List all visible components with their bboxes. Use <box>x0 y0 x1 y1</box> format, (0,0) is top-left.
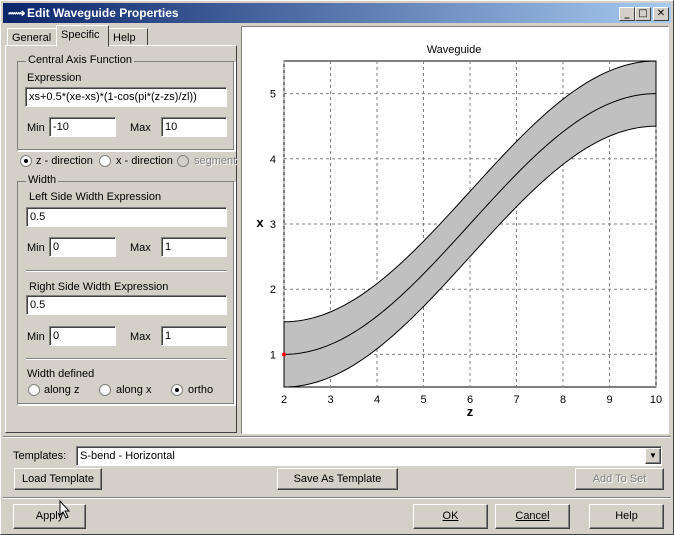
chevron-down-icon[interactable]: ▼ <box>645 448 661 464</box>
templates-selected: S-bend - Horizontal <box>80 450 175 462</box>
cancel-button[interactable]: Cancel <box>495 504 570 529</box>
along-z-radio[interactable] <box>28 384 40 396</box>
tab-help[interactable]: Help <box>108 28 148 46</box>
ortho-label: ortho <box>188 384 214 396</box>
left-min-label: Min <box>27 242 45 254</box>
y-tick-label: 1 <box>270 349 276 361</box>
waveguide-chart: Waveguide 2 3 4 5 6 7 8 9 10 12345 z x <box>256 44 662 419</box>
along-x-label: along x <box>116 384 152 396</box>
dialog-window: ⟿ Edit Waveguide Properties _ □ ✕ Genera… <box>0 0 674 535</box>
segment-label: segment <box>194 155 237 167</box>
axis-max-input[interactable]: 10 <box>161 117 227 137</box>
maximize-icon[interactable]: □ <box>635 7 651 21</box>
width-defined-label: Width defined <box>27 368 95 380</box>
x-tick-label: 2 <box>281 394 287 406</box>
y-tick-label: 2 <box>270 284 276 296</box>
left-max-label: Max <box>130 242 151 254</box>
x-tick-label: 9 <box>606 394 612 406</box>
add-to-set-button[interactable]: Add To Set <box>575 468 664 490</box>
x-axis-label: z <box>467 404 474 419</box>
axis-max-label: Max <box>130 122 151 134</box>
width-divider-1 <box>26 270 227 272</box>
axis-min-label: Min <box>27 122 45 134</box>
right-max-label: Max <box>130 331 151 343</box>
tab-general-label: General <box>12 32 52 44</box>
minimize-icon[interactable]: _ <box>619 7 635 21</box>
left-max-input[interactable]: 1 <box>161 237 227 257</box>
z-direction-radio[interactable] <box>20 155 32 167</box>
chart-panel: Waveguide 2 3 4 5 6 7 8 9 10 12345 z x <box>241 26 669 434</box>
apply-button[interactable]: Apply <box>13 504 86 529</box>
width-divider-2 <box>26 358 227 360</box>
title-bar[interactable]: ⟿ Edit Waveguide Properties _ □ ✕ <box>3 3 671 23</box>
y-tick-label: 5 <box>270 89 276 101</box>
load-template-button[interactable]: Load Template <box>14 468 102 490</box>
start-marker <box>282 352 286 357</box>
divider-bottom <box>3 497 671 499</box>
ortho-radio[interactable] <box>171 384 183 396</box>
right-width-input[interactable]: 0.5 <box>26 295 227 315</box>
y-ticks: 1 2 3 4 5 <box>270 89 276 362</box>
axis-min-input[interactable]: -10 <box>49 117 116 137</box>
left-width-input[interactable]: 0.5 <box>26 207 227 227</box>
templates-dropdown[interactable]: S-bend - Horizontal <box>76 446 662 466</box>
tab-specific[interactable]: Specific <box>56 25 109 47</box>
mouse-cursor-icon <box>59 500 71 519</box>
x-direction-radio[interactable] <box>99 155 111 167</box>
expression-input[interactable]: xs+0.5*(xe-xs)*(1-cos(pi*(z-zs)/zl)) <box>25 87 227 107</box>
ok-button[interactable]: OK <box>413 504 488 529</box>
width-group-title: Width <box>26 174 59 186</box>
y-axis-label: x <box>256 215 264 230</box>
help-button[interactable]: Help <box>589 504 664 529</box>
y-tick-label: 4 <box>270 154 276 166</box>
z-direction-label: z - direction <box>36 155 93 167</box>
left-width-label: Left Side Width Expression <box>29 191 162 203</box>
x-direction-label: x - direction <box>116 155 173 167</box>
right-min-label: Min <box>27 331 45 343</box>
right-min-input[interactable]: 0 <box>49 326 116 346</box>
expression-label: Expression <box>27 72 82 84</box>
central-axis-group-title: Central Axis Function <box>26 54 134 66</box>
chart-title: Waveguide <box>427 44 482 56</box>
left-min-input[interactable]: 0 <box>49 237 116 257</box>
templates-label: Templates: <box>13 450 67 462</box>
tab-help-label: Help <box>113 32 136 44</box>
x-tick-label: 3 <box>327 394 333 406</box>
x-tick-label: 10 <box>650 394 662 406</box>
right-width-label: Right Side Width Expression <box>29 281 169 293</box>
save-template-button[interactable]: Save As Template <box>277 468 398 490</box>
y-tick-label: 3 <box>270 219 276 231</box>
segment-radio[interactable] <box>177 155 189 167</box>
x-tick-label: 8 <box>560 394 566 406</box>
tab-general[interactable]: General <box>7 28 57 46</box>
x-tick-label: 7 <box>513 394 519 406</box>
along-x-radio[interactable] <box>99 384 111 396</box>
divider-top <box>3 436 671 438</box>
x-tick-label: 4 <box>374 394 380 406</box>
close-icon[interactable]: ✕ <box>653 7 669 21</box>
app-icon: ⟿ <box>8 6 26 20</box>
window-title: Edit Waveguide Properties <box>27 6 179 20</box>
right-max-input[interactable]: 1 <box>161 326 227 346</box>
x-tick-label: 5 <box>420 394 426 406</box>
along-z-label: along z <box>44 384 80 396</box>
tab-specific-label: Specific <box>61 29 100 41</box>
